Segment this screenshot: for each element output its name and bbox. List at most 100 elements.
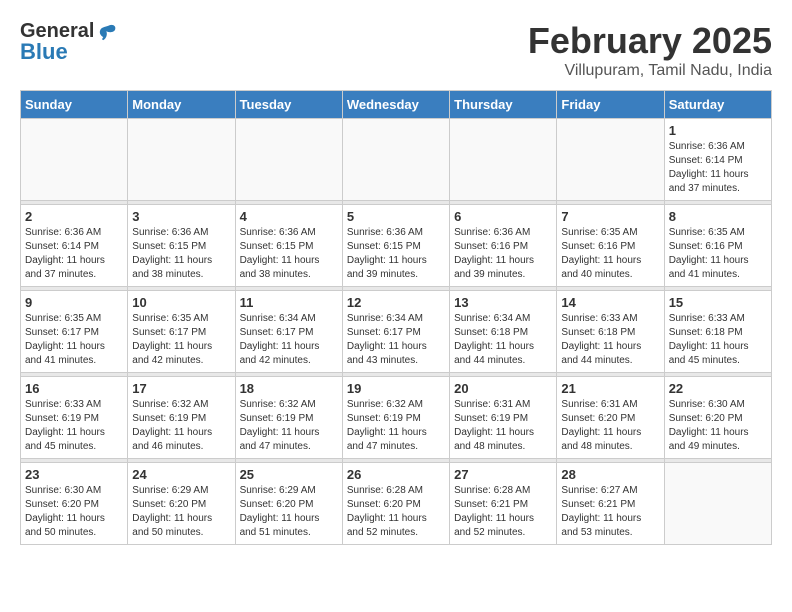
day-number: 10	[132, 295, 230, 310]
day-number: 1	[669, 123, 767, 138]
calendar-cell: 19 Sunrise: 6:32 AM Sunset: 6:19 PM Dayli…	[342, 377, 449, 459]
day-info: Sunrise: 6:27 AM Sunset: 6:21 PM Dayligh…	[561, 484, 659, 540]
weekday-header: Wednesday	[342, 91, 449, 119]
day-info: Sunrise: 6:29 AM Sunset: 6:20 PM Dayligh…	[132, 484, 230, 540]
calendar-cell: 25 Sunrise: 6:29 AM Sunset: 6:20 PM Dayli…	[235, 463, 342, 545]
calendar-cell: 13Sunrise: 6:34 AM Sunset: 6:18 PM Dayli…	[450, 291, 557, 373]
day-number: 22	[669, 381, 767, 396]
calendar-cell	[557, 119, 664, 201]
day-info: Sunrise: 6:35 AM Sunset: 6:16 PM Dayligh…	[561, 226, 659, 282]
day-number: 7	[561, 209, 659, 224]
calendar-week-row: 1 Sunrise: 6:36 AM Sunset: 6:14 PM Daylig…	[21, 119, 772, 201]
logo: General Blue	[20, 20, 118, 65]
calendar-cell: 22 Sunrise: 6:30 AM Sunset: 6:20 PM Dayli…	[664, 377, 771, 459]
day-info: Sunrise: 6:31 AM Sunset: 6:19 PM Dayligh…	[454, 398, 552, 454]
day-number: 12	[347, 295, 445, 310]
day-number: 4	[240, 209, 338, 224]
day-number: 25	[240, 467, 338, 482]
day-info: Sunrise: 6:29 AM Sunset: 6:20 PM Dayligh…	[240, 484, 338, 540]
weekday-header: Friday	[557, 91, 664, 119]
calendar-cell: 28 Sunrise: 6:27 AM Sunset: 6:21 PM Dayli…	[557, 463, 664, 545]
weekday-header: Tuesday	[235, 91, 342, 119]
calendar-cell: 11 Sunrise: 6:34 AM Sunset: 6:17 PM Dayli…	[235, 291, 342, 373]
calendar-cell: 16Sunrise: 6:33 AM Sunset: 6:19 PM Dayli…	[21, 377, 128, 459]
day-number: 2	[25, 209, 123, 224]
calendar-cell: 15 Sunrise: 6:33 AM Sunset: 6:18 PM Dayli…	[664, 291, 771, 373]
day-number: 5	[347, 209, 445, 224]
calendar-cell: 6Sunrise: 6:36 AM Sunset: 6:16 PM Daylig…	[450, 205, 557, 287]
day-info: Sunrise: 6:36 AM Sunset: 6:14 PM Dayligh…	[669, 140, 767, 196]
day-info: Sunrise: 6:31 AM Sunset: 6:20 PM Dayligh…	[561, 398, 659, 454]
day-info: Sunrise: 6:32 AM Sunset: 6:19 PM Dayligh…	[132, 398, 230, 454]
day-info: Sunrise: 6:33 AM Sunset: 6:18 PM Dayligh…	[669, 312, 767, 368]
calendar-cell: 24 Sunrise: 6:29 AM Sunset: 6:20 PM Dayli…	[128, 463, 235, 545]
day-info: Sunrise: 6:33 AM Sunset: 6:19 PM Dayligh…	[25, 398, 123, 454]
day-number: 15	[669, 295, 767, 310]
day-info: Sunrise: 6:36 AM Sunset: 6:15 PM Dayligh…	[240, 226, 338, 282]
calendar-cell: 1 Sunrise: 6:36 AM Sunset: 6:14 PM Daylig…	[664, 119, 771, 201]
day-number: 3	[132, 209, 230, 224]
day-info: Sunrise: 6:36 AM Sunset: 6:14 PM Dayligh…	[25, 226, 123, 282]
calendar-cell: 3 Sunrise: 6:36 AM Sunset: 6:15 PM Daylig…	[128, 205, 235, 287]
day-number: 17	[132, 381, 230, 396]
day-number: 20	[454, 381, 552, 396]
day-number: 23	[25, 467, 123, 482]
calendar-week-row: 23 Sunrise: 6:30 AM Sunset: 6:20 PM Dayli…	[21, 463, 772, 545]
day-info: Sunrise: 6:34 AM Sunset: 6:17 PM Dayligh…	[347, 312, 445, 368]
day-number: 24	[132, 467, 230, 482]
day-number: 8	[669, 209, 767, 224]
day-number: 11	[240, 295, 338, 310]
day-info: Sunrise: 6:30 AM Sunset: 6:20 PM Dayligh…	[25, 484, 123, 540]
calendar: SundayMondayTuesdayWednesdayThursdayFrid…	[20, 90, 772, 545]
calendar-cell: 2 Sunrise: 6:36 AM Sunset: 6:14 PM Daylig…	[21, 205, 128, 287]
calendar-cell: 21 Sunrise: 6:31 AM Sunset: 6:20 PM Dayli…	[557, 377, 664, 459]
day-info: Sunrise: 6:35 AM Sunset: 6:16 PM Dayligh…	[669, 226, 767, 282]
calendar-cell: 12 Sunrise: 6:34 AM Sunset: 6:17 PM Dayli…	[342, 291, 449, 373]
day-number: 28	[561, 467, 659, 482]
calendar-week-row: 2 Sunrise: 6:36 AM Sunset: 6:14 PM Daylig…	[21, 205, 772, 287]
day-info: Sunrise: 6:33 AM Sunset: 6:18 PM Dayligh…	[561, 312, 659, 368]
calendar-cell: 4 Sunrise: 6:36 AM Sunset: 6:15 PM Daylig…	[235, 205, 342, 287]
calendar-cell: 20 Sunrise: 6:31 AM Sunset: 6:19 PM Dayli…	[450, 377, 557, 459]
calendar-cell: 27Sunrise: 6:28 AM Sunset: 6:21 PM Dayli…	[450, 463, 557, 545]
calendar-cell	[342, 119, 449, 201]
title-area: February 2025 Villupuram, Tamil Nadu, In…	[528, 20, 772, 80]
day-info: Sunrise: 6:34 AM Sunset: 6:17 PM Dayligh…	[240, 312, 338, 368]
weekday-header: Sunday	[21, 91, 128, 119]
calendar-cell: 8 Sunrise: 6:35 AM Sunset: 6:16 PM Daylig…	[664, 205, 771, 287]
calendar-cell: 26 Sunrise: 6:28 AM Sunset: 6:20 PM Dayli…	[342, 463, 449, 545]
weekday-header: Thursday	[450, 91, 557, 119]
calendar-cell	[664, 463, 771, 545]
day-number: 21	[561, 381, 659, 396]
day-number: 14	[561, 295, 659, 310]
calendar-cell: 10 Sunrise: 6:35 AM Sunset: 6:17 PM Dayli…	[128, 291, 235, 373]
calendar-cell	[21, 119, 128, 201]
calendar-cell: 7 Sunrise: 6:35 AM Sunset: 6:16 PM Daylig…	[557, 205, 664, 287]
logo-blue: Blue	[20, 39, 118, 65]
month-year: February 2025	[528, 20, 772, 62]
calendar-cell: 23 Sunrise: 6:30 AM Sunset: 6:20 PM Dayli…	[21, 463, 128, 545]
day-info: Sunrise: 6:30 AM Sunset: 6:20 PM Dayligh…	[669, 398, 767, 454]
day-number: 27	[454, 467, 552, 482]
day-number: 9	[25, 295, 123, 310]
day-info: Sunrise: 6:35 AM Sunset: 6:17 PM Dayligh…	[132, 312, 230, 368]
day-info: Sunrise: 6:32 AM Sunset: 6:19 PM Dayligh…	[240, 398, 338, 454]
day-info: Sunrise: 6:36 AM Sunset: 6:15 PM Dayligh…	[347, 226, 445, 282]
calendar-cell: 18Sunrise: 6:32 AM Sunset: 6:19 PM Dayli…	[235, 377, 342, 459]
day-info: Sunrise: 6:32 AM Sunset: 6:19 PM Dayligh…	[347, 398, 445, 454]
day-number: 26	[347, 467, 445, 482]
calendar-cell: 14 Sunrise: 6:33 AM Sunset: 6:18 PM Dayli…	[557, 291, 664, 373]
calendar-week-row: 9 Sunrise: 6:35 AM Sunset: 6:17 PM Daylig…	[21, 291, 772, 373]
day-info: Sunrise: 6:36 AM Sunset: 6:15 PM Dayligh…	[132, 226, 230, 282]
calendar-cell: 5 Sunrise: 6:36 AM Sunset: 6:15 PM Daylig…	[342, 205, 449, 287]
day-number: 13	[454, 295, 552, 310]
header: General Blue February 2025 Villupuram, T…	[20, 20, 772, 80]
calendar-cell: 17 Sunrise: 6:32 AM Sunset: 6:19 PM Dayli…	[128, 377, 235, 459]
calendar-header-row: SundayMondayTuesdayWednesdayThursdayFrid…	[21, 91, 772, 119]
day-number: 19	[347, 381, 445, 396]
calendar-cell	[128, 119, 235, 201]
calendar-cell: 9Sunrise: 6:35 AM Sunset: 6:17 PM Daylig…	[21, 291, 128, 373]
day-info: Sunrise: 6:28 AM Sunset: 6:20 PM Dayligh…	[347, 484, 445, 540]
calendar-week-row: 16Sunrise: 6:33 AM Sunset: 6:19 PM Dayli…	[21, 377, 772, 459]
weekday-header: Saturday	[664, 91, 771, 119]
